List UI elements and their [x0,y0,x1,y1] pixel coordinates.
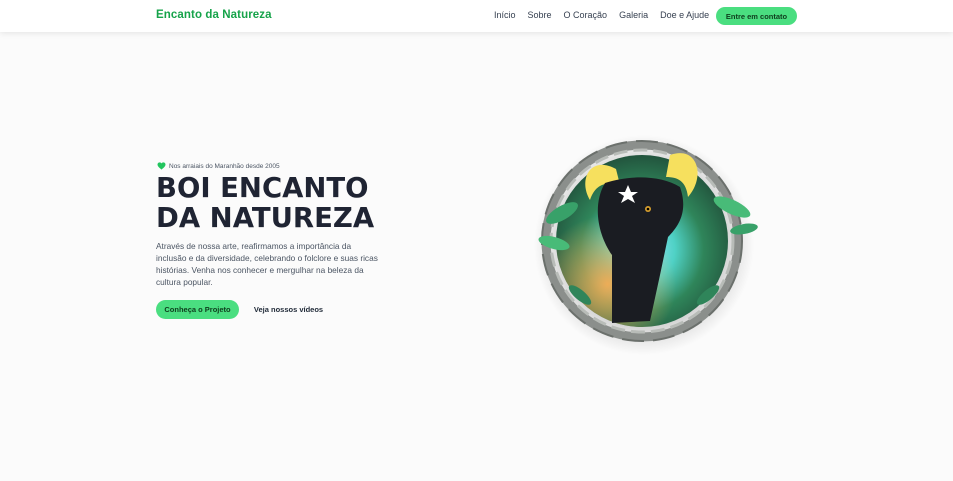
nav-link-inicio[interactable]: Início [494,10,516,20]
boi-emblem-image [534,135,758,355]
hero-tagline-text: Nos arraiais do Maranhão desde 2005 [169,162,280,170]
hero-description: Através de nossa arte, reafirmamos a imp… [156,241,378,287]
contact-button[interactable]: Entre em contato [716,7,797,25]
navbar: Encanto da Natureza Início Sobre O Coraç… [0,0,953,32]
nav-link-doe-e-ajude[interactable]: Doe e Ajude [660,10,709,20]
brand-logo-link[interactable]: Encanto da Natureza [156,9,272,21]
nav-link-galeria[interactable]: Galeria [619,10,648,20]
hero-title: BOI ENCANTO DA NATUREZA [156,173,374,233]
veja-videos-button[interactable]: Veja nossos vídeos [250,300,327,319]
conheca-projeto-button[interactable]: Conheça o Projeto [156,300,239,319]
nav-link-o-coracao[interactable]: O Coração [564,10,608,20]
hero-tagline: Nos arraiais do Maranhão desde 2005 [157,162,280,170]
hero-title-line-1: BOI ENCANTO [156,172,369,204]
heart-icon [157,162,166,170]
hero-title-line-2: DA NATUREZA [156,202,375,234]
main-nav: Início Sobre O Coração Galeria Doe e Aju… [494,10,721,20]
nav-link-sobre[interactable]: Sobre [528,10,552,20]
